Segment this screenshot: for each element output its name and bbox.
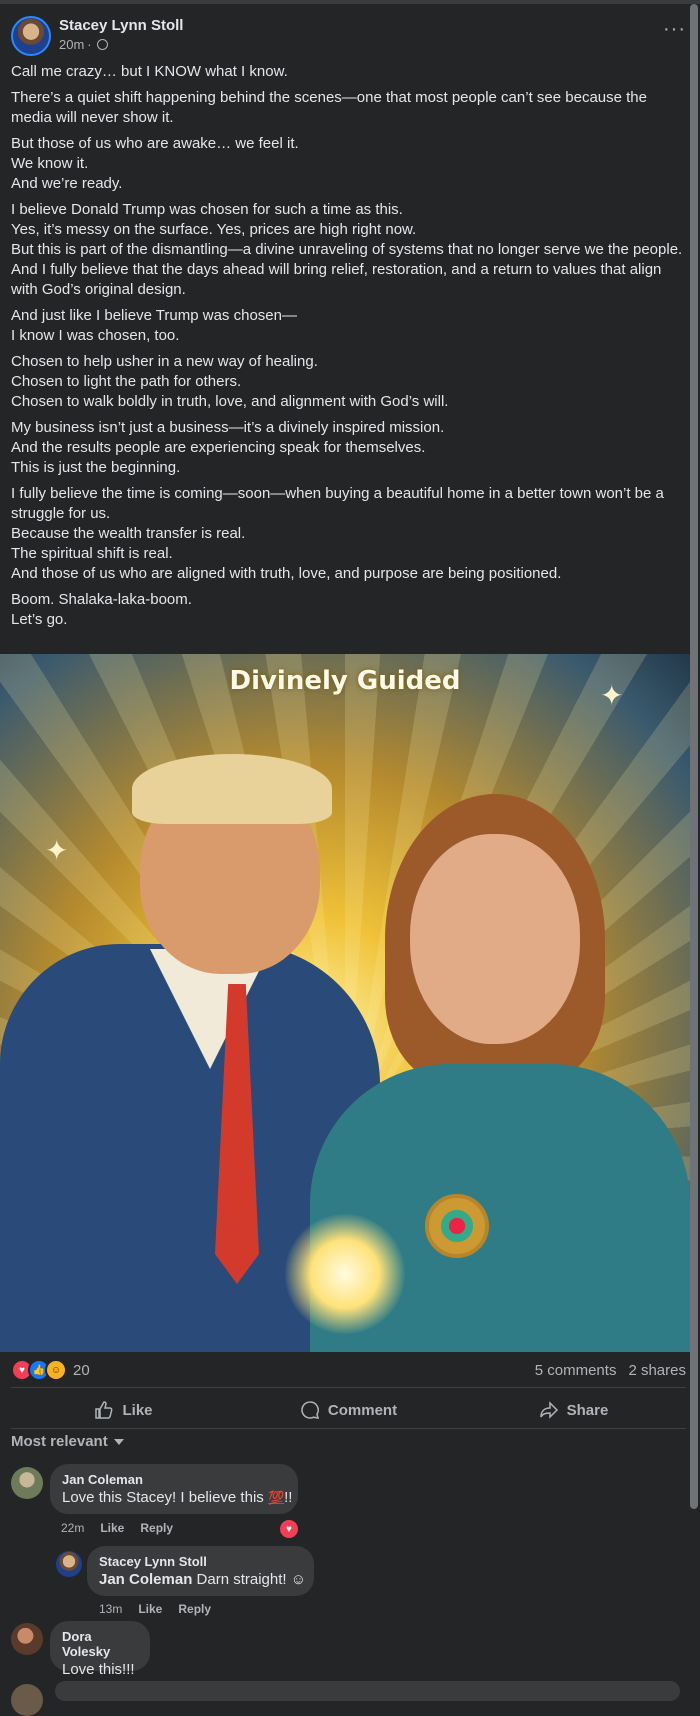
glowing-orb <box>285 1214 405 1334</box>
thumbs-up-icon <box>95 1401 113 1419</box>
smiling-face-icon: ☺ <box>290 1571 307 1588</box>
comment-text-tail: !! <box>284 1489 293 1506</box>
post-paragraph: But those of us who are awake… we feel i… <box>11 135 299 192</box>
share-icon <box>539 1401 558 1419</box>
post-actions: Like Comment Share <box>11 1393 686 1427</box>
reaction-count[interactable]: 20 <box>73 1362 90 1379</box>
reactions-bar: ♥ 👍 ☺ 20 5 comments 2 shares <box>11 1358 686 1382</box>
top-border <box>0 0 700 4</box>
share-label: Share <box>566 1401 609 1419</box>
like-button[interactable]: Like <box>11 1393 236 1427</box>
comment-bubble <box>55 1681 680 1701</box>
post-paragraph: I believe Donald Trump was chosen for su… <box>11 201 683 298</box>
comment-like-button[interactable]: Like <box>138 1602 162 1616</box>
post-paragraph: There’s a quiet shift happening behind t… <box>11 89 647 126</box>
more-options-icon[interactable]: ··· <box>663 18 686 41</box>
divider <box>11 1387 686 1388</box>
shares-count[interactable]: 2 shares <box>628 1362 686 1379</box>
comment-meta: 22m Like Reply <box>61 1521 173 1535</box>
comment-time[interactable]: 13m <box>99 1602 122 1616</box>
comment-label: Comment <box>327 1401 398 1419</box>
comment-icon <box>301 1401 319 1419</box>
avatar[interactable] <box>11 1623 43 1655</box>
share-button[interactable]: Share <box>461 1393 686 1427</box>
avatar[interactable] <box>11 1684 43 1716</box>
pendant-icon <box>425 1194 489 1258</box>
comment-bubble: Dora Volesky Love this!!! <box>50 1621 150 1678</box>
post-time[interactable]: 20m <box>59 37 84 52</box>
avatar[interactable] <box>56 1551 82 1577</box>
post-paragraph: My business isn’t just a business—it’s a… <box>11 419 445 476</box>
author-avatar[interactable] <box>11 16 51 56</box>
comment-bubble: Jan Coleman Love this Stacey! I believe … <box>50 1464 298 1514</box>
post-body: Call me crazy… but I KNOW what I know. T… <box>11 62 691 636</box>
engagement-counts: 5 comments 2 shares <box>535 1362 686 1379</box>
comment-time[interactable]: 22m <box>61 1521 84 1535</box>
commenter-name[interactable]: Stacey Lynn Stoll <box>99 1554 302 1569</box>
comment-text: Love this Stacey! I believe this 💯!! <box>62 1489 292 1506</box>
post-paragraph: I fully believe the time is coming—soon—… <box>11 485 664 582</box>
woman-face <box>410 834 580 1044</box>
commenter-name[interactable]: Jan Coleman <box>62 1472 286 1487</box>
mention-link[interactable]: Jan Coleman <box>99 1571 192 1588</box>
comment-text: Jan Coleman Darn straight! ☺ <box>99 1571 306 1588</box>
comment-text-body: Darn straight! <box>192 1571 291 1588</box>
post-paragraph: Chosen to help usher in a new way of hea… <box>11 353 449 410</box>
scrollbar[interactable] <box>690 4 698 1509</box>
globe-icon <box>96 39 108 50</box>
haha-icon[interactable]: ☺ <box>45 1359 67 1381</box>
comment-like-button[interactable]: Like <box>100 1521 124 1535</box>
comment-love-icon[interactable]: ♥ <box>278 1518 300 1540</box>
post-paragraph: And just like I believe Trump was chosen… <box>11 307 297 344</box>
comment-text-body: Love this Stacey! I believe this <box>62 1489 268 1506</box>
post-paragraph: Call me crazy… but I KNOW what I know. <box>11 63 288 80</box>
like-label: Like <box>122 1401 153 1419</box>
post-image[interactable]: ✦ ✦ Divinely Guided <box>0 654 690 1352</box>
comment-text: Love this!!! <box>62 1661 135 1678</box>
comment-meta: 13m Like Reply <box>99 1602 211 1616</box>
commenter-name[interactable]: Dora Volesky <box>62 1629 138 1659</box>
comment-sort-dropdown[interactable]: Most relevant <box>11 1433 124 1450</box>
author-name[interactable]: Stacey Lynn Stoll <box>59 17 183 34</box>
comment-reply-button[interactable]: Reply <box>140 1521 173 1535</box>
comment-button[interactable]: Comment <box>236 1393 461 1427</box>
reply-bubble: Stacey Lynn Stoll Jan Coleman Darn strai… <box>87 1546 314 1596</box>
sort-label: Most relevant <box>11 1433 108 1450</box>
post-meta: 20m · <box>59 37 108 52</box>
post-paragraph: Boom. Shalaka-laka-boom. Let’s go. <box>11 591 192 628</box>
post-header: Stacey Lynn Stoll 20m · ··· <box>11 14 686 58</box>
comment-reply-button[interactable]: Reply <box>178 1602 211 1616</box>
comments-count[interactable]: 5 comments <box>535 1362 617 1379</box>
meta-separator: · <box>87 37 92 52</box>
hundred-points-icon: 💯 <box>267 1490 285 1505</box>
avatar[interactable] <box>11 1467 43 1499</box>
image-caption-title: Divinely Guided <box>229 666 461 696</box>
caret-down-icon <box>113 1438 124 1445</box>
divider <box>11 1428 686 1429</box>
